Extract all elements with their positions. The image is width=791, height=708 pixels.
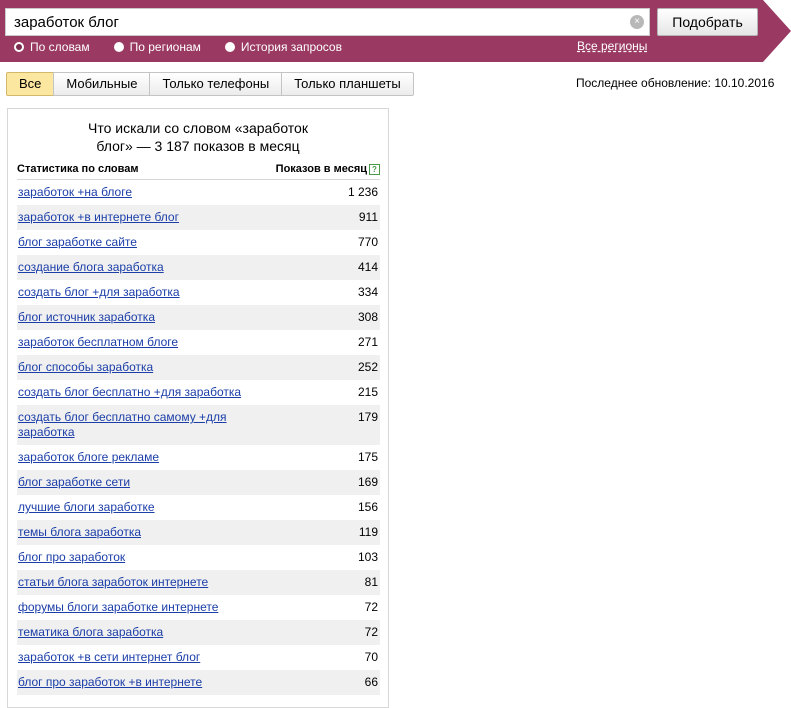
col-phrase-header: Статистика по словам bbox=[17, 163, 139, 175]
tab-phones[interactable]: Только телефоны bbox=[149, 72, 283, 96]
mode-by-regions[interactable]: По регионам bbox=[113, 38, 201, 56]
impressions-count: 72 bbox=[364, 625, 378, 639]
table-row: создание блога заработка 414 bbox=[17, 255, 380, 280]
stats-table: заработок +на блоге 1 236 заработок +в ин… bbox=[17, 179, 380, 695]
impressions-count: 179 bbox=[357, 410, 378, 424]
impressions-count: 308 bbox=[357, 310, 378, 324]
tab-all[interactable]: Все bbox=[6, 72, 55, 96]
help-icon[interactable]: ? bbox=[369, 163, 380, 175]
impressions-count: 414 bbox=[357, 260, 378, 274]
phrase-link[interactable]: тематика блога заработка bbox=[18, 625, 278, 640]
phrase-link[interactable]: лучшие блоги заработке bbox=[18, 500, 278, 515]
phrase-link[interactable]: заработок +в сети интернет блог bbox=[18, 650, 278, 665]
phrase-link[interactable]: блог источник заработка bbox=[18, 310, 278, 325]
table-row: блог источник заработка 308 bbox=[17, 305, 380, 330]
table-row: создать блог бесплатно самому +для зараб… bbox=[17, 405, 380, 445]
table-row: создать блог бесплатно +для заработка 215 bbox=[17, 380, 380, 405]
phrase-link[interactable]: блог заработке сети bbox=[18, 475, 278, 490]
radio-selected-icon[interactable] bbox=[14, 42, 24, 52]
impressions-count: 72 bbox=[364, 600, 378, 614]
mode-label: По регионам bbox=[129, 40, 201, 54]
panel-title-line: блог» — 3 187 показов в месяц bbox=[96, 138, 300, 154]
table-row: блог способы заработка 252 bbox=[17, 355, 380, 380]
tab-tablets[interactable]: Только планшеты bbox=[281, 72, 414, 96]
table-row: статьи блога заработок интернете 81 bbox=[17, 570, 380, 595]
table-row: форумы блоги заработке интернете 72 bbox=[17, 595, 380, 620]
table-row: создать блог +для заработка 334 bbox=[17, 280, 380, 305]
table-row: блог заработке сайте 770 bbox=[17, 230, 380, 255]
table-row: заработок +на блоге 1 236 bbox=[17, 180, 380, 205]
tab-mobile[interactable]: Мобильные bbox=[53, 72, 151, 96]
search-input[interactable] bbox=[5, 8, 650, 36]
phrase-link[interactable]: форумы блоги заработке интернете bbox=[18, 600, 278, 615]
table-row: заработок блоге рекламе 175 bbox=[17, 445, 380, 470]
table-row: лучшие блоги заработке 156 bbox=[17, 495, 380, 520]
impressions-count: 1 236 bbox=[347, 185, 378, 199]
impressions-count: 119 bbox=[358, 525, 378, 539]
table-row: тематика блога заработка 72 bbox=[17, 620, 380, 645]
impressions-count: 252 bbox=[357, 360, 378, 374]
radio-icon[interactable] bbox=[113, 42, 124, 52]
submit-button[interactable]: Подобрать bbox=[657, 8, 758, 36]
phrase-link[interactable]: блог про заработок +в интернете bbox=[18, 675, 278, 690]
impressions-count: 81 bbox=[364, 575, 378, 589]
impressions-count: 70 bbox=[364, 650, 378, 664]
last-update: Последнее обновление: 10.10.2016 bbox=[576, 76, 775, 90]
table-row: темы блога заработка 119 bbox=[17, 520, 380, 545]
table-row: блог заработке сети 169 bbox=[17, 470, 380, 495]
panel-title: Что искали со словом «заработок блог» — … bbox=[8, 119, 388, 155]
phrase-link[interactable]: блог про заработок bbox=[18, 550, 278, 565]
phrase-link[interactable]: заработок +на блоге bbox=[18, 185, 278, 200]
radio-icon[interactable] bbox=[224, 42, 235, 52]
impressions-count: 169 bbox=[357, 475, 378, 489]
impressions-count: 66 bbox=[364, 675, 378, 689]
device-tabs: Все Мобильные Только телефоны Только пла… bbox=[6, 72, 414, 96]
impressions-count: 911 bbox=[358, 210, 378, 224]
phrase-link[interactable]: создать блог бесплатно самому +для зараб… bbox=[18, 410, 278, 440]
search-mode-group: По словам По регионам История запросов bbox=[14, 38, 366, 56]
phrase-link[interactable]: создание блога заработка bbox=[18, 260, 278, 275]
phrase-link[interactable]: заработок бесплатном блоге bbox=[18, 335, 278, 350]
table-row: заработок +в сети интернет блог 70 bbox=[17, 645, 380, 670]
impressions-count: 334 bbox=[357, 285, 378, 299]
mode-history[interactable]: История запросов bbox=[224, 38, 342, 56]
table-row: блог про заработок 103 bbox=[17, 545, 380, 570]
stats-panel: Что искали со словом «заработок блог» — … bbox=[7, 108, 389, 708]
table-row: заработок +в интернете блог 911 bbox=[17, 205, 380, 230]
clear-icon[interactable]: × bbox=[630, 15, 644, 29]
table-row: заработок бесплатном блоге 271 bbox=[17, 330, 380, 355]
impressions-count: 103 bbox=[357, 550, 378, 564]
col-count-header: Показов в месяц bbox=[275, 163, 367, 175]
impressions-count: 156 bbox=[357, 500, 378, 514]
impressions-count: 175 bbox=[357, 450, 378, 464]
phrase-link[interactable]: заработок блоге рекламе bbox=[18, 450, 278, 465]
phrase-link[interactable]: блог заработке сайте bbox=[18, 235, 278, 250]
panel-title-line: Что искали со словом «заработок bbox=[88, 120, 308, 136]
impressions-count: 770 bbox=[357, 235, 378, 249]
impressions-count: 215 bbox=[357, 385, 378, 399]
phrase-link[interactable]: статьи блога заработок интернете bbox=[18, 575, 278, 590]
mode-by-words[interactable]: По словам bbox=[14, 38, 90, 56]
mode-label: По словам bbox=[30, 40, 90, 54]
all-regions-link[interactable]: Все регионы bbox=[577, 39, 647, 53]
impressions-count: 271 bbox=[357, 335, 378, 349]
mode-label: История запросов bbox=[240, 40, 342, 54]
phrase-link[interactable]: темы блога заработка bbox=[18, 525, 278, 540]
table-row: блог про заработок +в интернете 66 bbox=[17, 670, 380, 695]
phrase-link[interactable]: создать блог бесплатно +для заработка bbox=[18, 385, 278, 400]
phrase-link[interactable]: создать блог +для заработка bbox=[18, 285, 278, 300]
phrase-link[interactable]: блог способы заработка bbox=[18, 360, 278, 375]
table-header: Статистика по словам Показов в месяц ? bbox=[17, 163, 380, 175]
phrase-link[interactable]: заработок +в интернете блог bbox=[18, 210, 278, 225]
